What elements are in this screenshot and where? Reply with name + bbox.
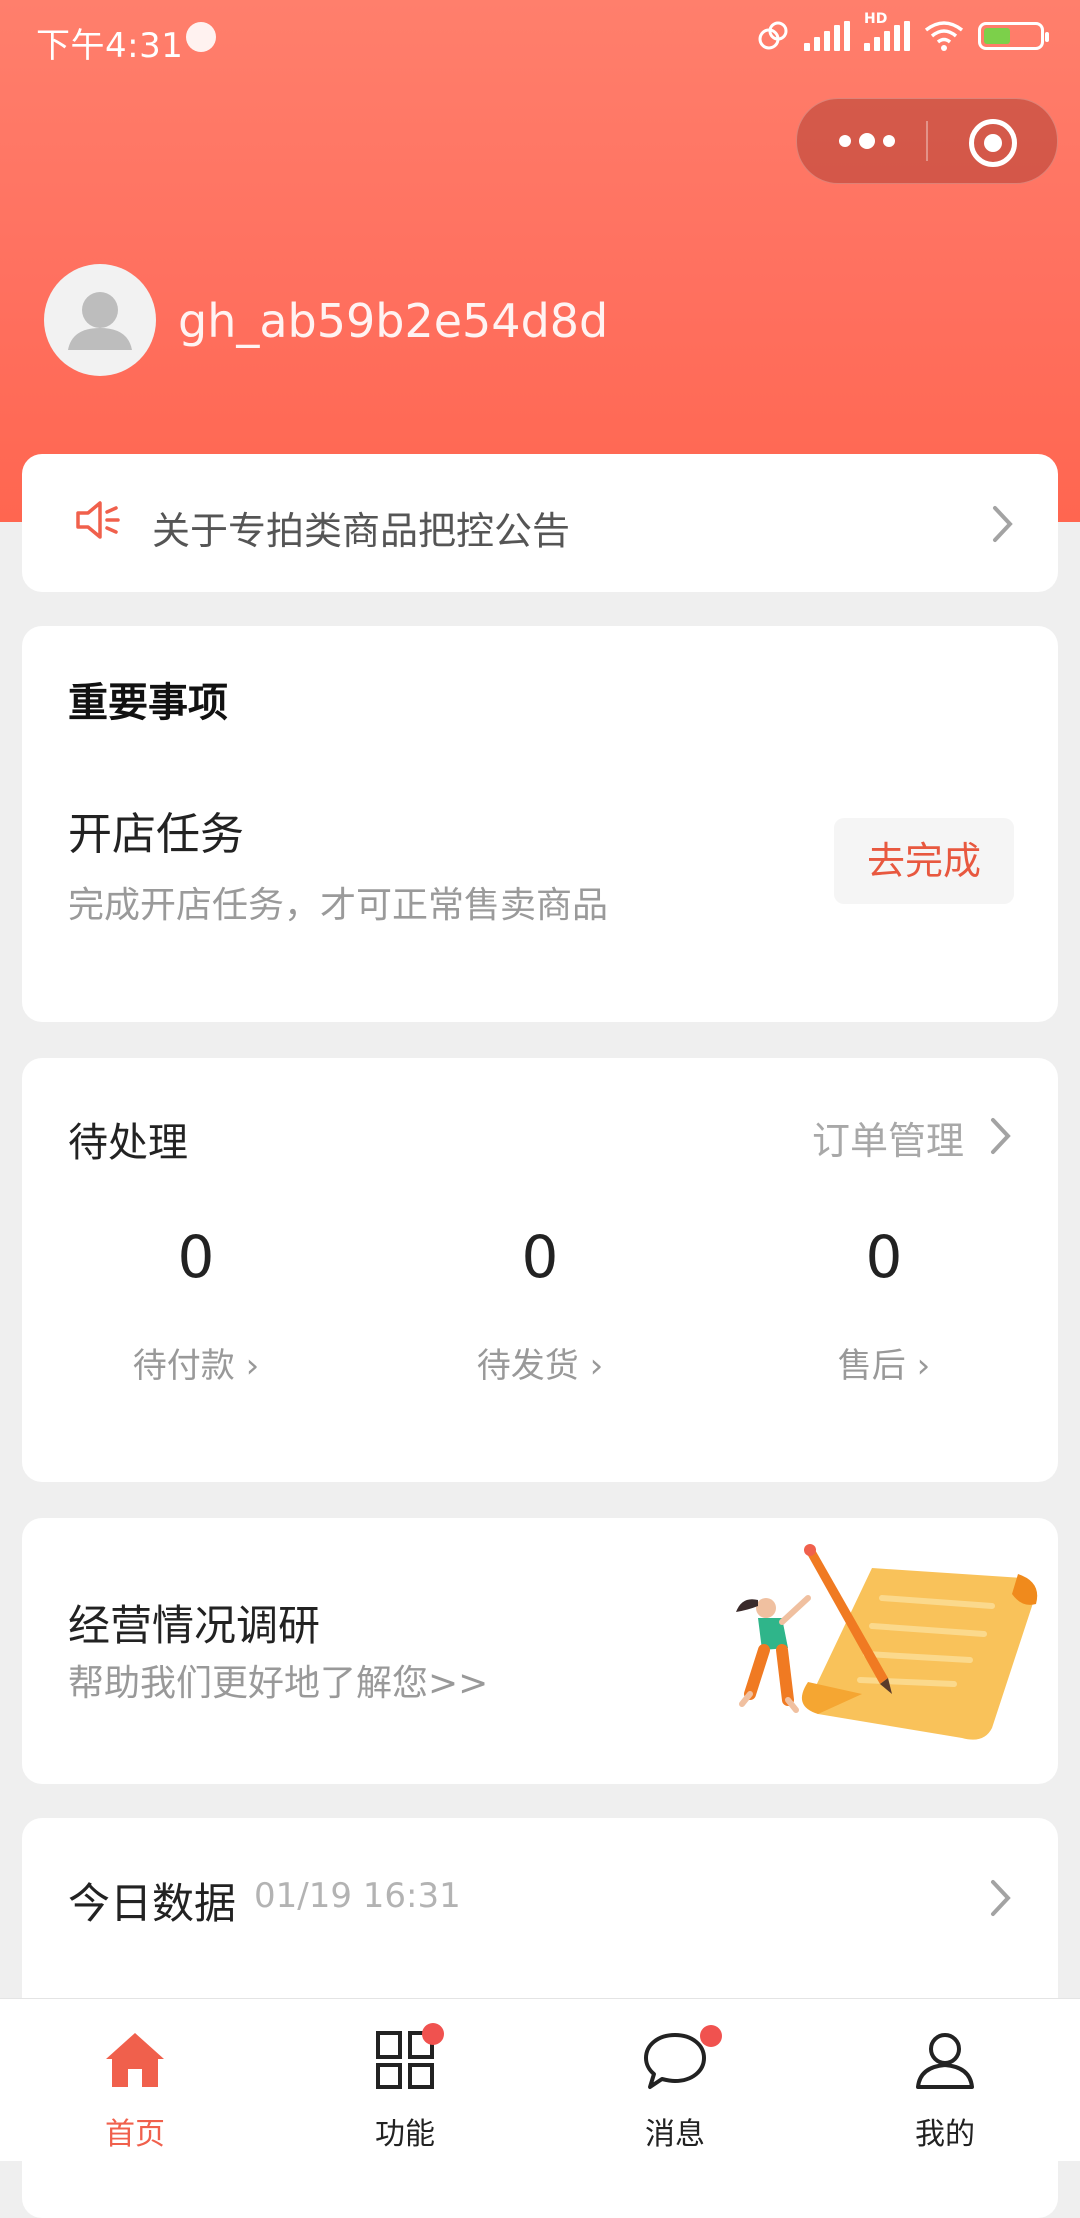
survey-title: 经营情况调研 xyxy=(68,1601,321,1650)
chevron-right-icon[interactable] xyxy=(988,1116,1014,1156)
tab-messages[interactable]: 消息 xyxy=(540,1999,810,2161)
stat-label: 待发货 › xyxy=(476,1346,604,1386)
complete-task-button[interactable]: 去完成 xyxy=(834,818,1014,904)
today-timestamp: 01/19 16:31 xyxy=(254,1876,461,1916)
notification-badge xyxy=(422,2023,444,2045)
stat-value: 0 xyxy=(177,1223,215,1291)
notice-bar[interactable]: 关于专拍类商品把控公告 xyxy=(22,454,1058,592)
tab-home[interactable]: 首页 xyxy=(0,1999,270,2161)
status-time: 下午4:31 xyxy=(36,26,184,66)
tab-mine[interactable]: 我的 xyxy=(810,1999,1080,2161)
tab-label: 首页 xyxy=(105,2117,165,2152)
survey-card[interactable]: 经营情况调研 帮助我们更好地了解您>> xyxy=(22,1518,1058,1784)
order-management-link[interactable]: 订单管理 xyxy=(812,1110,964,1165)
survey-subtitle: 帮助我们更好地了解您>> xyxy=(68,1663,489,1704)
home-icon xyxy=(106,2033,164,2087)
survey-illustration xyxy=(736,1544,1038,1740)
stat-value: 0 xyxy=(865,1223,903,1291)
pending-card: 待处理 订单管理 0 待付款 › 0 待发货 › 0 售后 › xyxy=(22,1058,1058,1482)
tab-functions[interactable]: 功能 xyxy=(270,1999,540,2161)
signal-hd-icon: HD xyxy=(864,11,910,51)
stat-after-sales[interactable]: 0 售后 › xyxy=(734,1222,1034,1387)
avatar[interactable] xyxy=(44,264,156,376)
task-title: 开店任务 xyxy=(68,809,244,860)
task-description: 完成开店任务，才可正常售卖商品 xyxy=(68,885,609,926)
chat-bubble-icon xyxy=(644,2033,706,2089)
notice-text: 关于专拍类商品把控公告 xyxy=(152,509,571,553)
battery-icon xyxy=(978,22,1049,50)
stat-value: 0 xyxy=(521,1223,559,1291)
important-title: 重要事项 xyxy=(68,680,228,726)
notification-icon xyxy=(186,22,216,52)
tab-label: 我的 xyxy=(915,2117,975,2152)
notification-badge xyxy=(700,2025,722,2047)
bottom-tab-bar: 首页 功能 消息 我的 xyxy=(0,1998,1080,2161)
person-icon xyxy=(916,2033,974,2089)
header-background xyxy=(0,0,1080,522)
tab-label: 消息 xyxy=(645,2117,705,2152)
status-bar: 下午4:31 HD xyxy=(0,0,1080,78)
status-icons: HD xyxy=(756,11,1049,56)
chevron-right-icon[interactable] xyxy=(988,1878,1014,1918)
stat-label: 待付款 › xyxy=(132,1346,260,1386)
today-title: 今日数据 xyxy=(68,1879,237,1928)
chevron-right-icon xyxy=(993,506,1013,542)
wifi-icon xyxy=(924,21,964,51)
important-items-card: 重要事项 开店任务 完成开店任务，才可正常售卖商品 去完成 xyxy=(22,626,1058,1022)
tab-label: 功能 xyxy=(375,2117,435,2152)
stat-label: 售后 › xyxy=(837,1346,931,1386)
signal-icon xyxy=(804,21,850,51)
hd-label: HD xyxy=(864,11,888,27)
stat-pending-payment[interactable]: 0 待付款 › xyxy=(46,1222,346,1387)
more-menu-button[interactable] xyxy=(827,117,907,165)
username: gh_ab59b2e54d8d xyxy=(178,294,609,348)
user-silhouette-icon xyxy=(68,292,132,350)
link-icon xyxy=(758,21,788,50)
pending-title: 待处理 xyxy=(68,1120,188,1166)
mini-program-capsule xyxy=(796,98,1058,184)
capsule-divider xyxy=(926,121,928,161)
speaker-icon xyxy=(76,501,120,539)
close-target-button[interactable] xyxy=(969,119,1017,167)
stat-pending-shipment[interactable]: 0 待发货 › xyxy=(390,1222,690,1387)
